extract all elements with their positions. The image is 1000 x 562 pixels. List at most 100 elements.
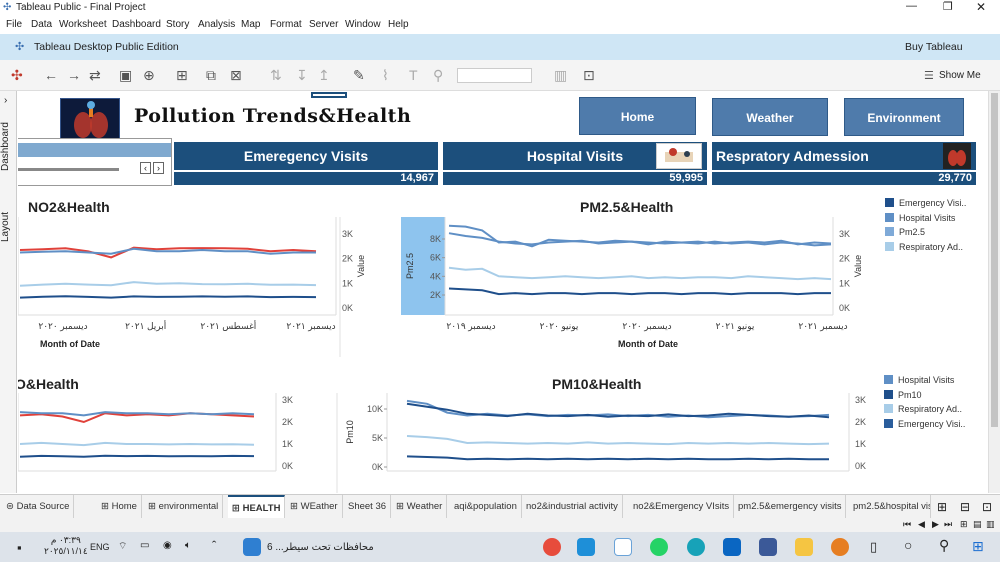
new-story-icon[interactable]: ⊡ — [982, 500, 992, 514]
wifi-icon[interactable]: ⌔ — [118, 540, 127, 553]
app-edge-icon[interactable] — [687, 538, 705, 556]
news-headline[interactable]: محافظات تحت سيطر... 6 — [267, 542, 374, 553]
legend-item[interactable]: Emergency Visi.. — [884, 417, 965, 432]
new-sheet-icon[interactable]: ⊞ — [937, 500, 947, 514]
menu-help[interactable]: Help — [388, 19, 409, 30]
app-chrome-icon[interactable] — [543, 538, 561, 556]
legend-item[interactable]: Respiratory Ad.. — [885, 240, 966, 255]
menu-story[interactable]: Story — [166, 19, 189, 30]
clock[interactable]: ٠٣:٣٩ م ٢٠٢٥/١١/١٤ — [44, 535, 88, 557]
fit-dropdown[interactable] — [457, 68, 532, 83]
home-button[interactable]: Home — [579, 97, 696, 135]
slider-next-icon[interactable]: › — [153, 162, 164, 174]
news-icon[interactable] — [243, 538, 261, 556]
duplicate-icon[interactable]: ⧉ — [206, 67, 216, 84]
menu-worksheet[interactable]: Worksheet — [59, 19, 107, 30]
next-sheet-icon[interactable]: ▶ — [932, 519, 939, 530]
legend-item[interactable]: Emergency Visi.. — [885, 196, 966, 211]
task-view-icon[interactable]: ▯ — [870, 539, 877, 555]
sort-desc-icon[interactable]: ↥ — [318, 67, 330, 84]
collapse-chevron-icon[interactable]: › — [4, 95, 7, 106]
redo-icon[interactable]: → — [67, 67, 81, 83]
scroll-thumb[interactable] — [991, 93, 998, 427]
menu-map[interactable]: Map — [241, 19, 260, 30]
minimize-icon[interactable]: — — [906, 0, 917, 12]
attach-icon[interactable]: ⌇ — [382, 67, 389, 84]
notification-icon[interactable]: ▪ — [17, 540, 22, 555]
legend-item[interactable]: Pm2.5 — [885, 225, 966, 240]
tabs-view-icon[interactable]: ▥ — [986, 519, 995, 530]
tab-aqi-population[interactable]: aqi&population — [450, 495, 522, 518]
swap-icon[interactable]: ⇄ — [89, 67, 101, 84]
mic-icon[interactable]: ◉ — [163, 540, 172, 551]
tab-weather-2[interactable]: ⊞ Weather — [392, 495, 448, 518]
app-store-icon[interactable] — [759, 538, 777, 556]
no2-health-chart[interactable]: 3K 2K 1K 0K Value ديسمبر ٢٠٢٠ أبريل ٢٠٢١ أغسطس … — [18, 217, 378, 357]
weather-button[interactable]: Weather — [712, 98, 828, 136]
tableau-start-icon[interactable]: ✣ — [11, 67, 23, 84]
app-whatsapp-icon[interactable] — [650, 538, 668, 556]
first-sheet-icon[interactable]: ⏮ — [903, 519, 911, 530]
tab-weather-1[interactable]: ⊞ WEather — [286, 495, 343, 518]
battery-icon[interactable]: ▭ — [140, 540, 149, 551]
new-dashboard-icon[interactable]: ⊟ — [960, 500, 970, 514]
grid-view-icon[interactable]: ⊞ — [960, 519, 968, 530]
show-me-button[interactable]: Show Me — [939, 70, 981, 81]
layout-tab[interactable]: Layout — [0, 205, 16, 249]
date-filter[interactable]: ‹ › — [18, 138, 172, 186]
environment-button[interactable]: Environment — [844, 98, 964, 136]
dashboard-tab[interactable]: Dashboard — [0, 117, 16, 177]
menu-data[interactable]: Data — [31, 19, 52, 30]
vertical-scrollbar[interactable] — [988, 91, 1000, 493]
chart-icon[interactable]: ▥ — [554, 67, 567, 84]
sort-rows-icon[interactable]: ⇅ — [270, 67, 282, 84]
menu-dashboard[interactable]: Dashboard — [112, 19, 161, 30]
presentation-icon[interactable]: ⊡ — [583, 67, 595, 84]
legend-item[interactable]: Pm10 — [884, 388, 965, 403]
windows-start-icon[interactable]: ⊞ — [972, 538, 984, 555]
legend-item[interactable]: Respiratory Ad.. — [884, 402, 965, 417]
new-datasource-icon[interactable]: ⊕ — [143, 67, 155, 84]
cortana-icon[interactable]: ○ — [904, 537, 912, 553]
slider-track[interactable] — [18, 168, 119, 171]
menu-format[interactable]: Format — [270, 19, 302, 30]
prev-sheet-icon[interactable]: ◀ — [918, 519, 925, 530]
search-icon[interactable]: ⚲ — [939, 537, 949, 554]
buy-tableau-link[interactable]: Buy Tableau — [905, 41, 963, 53]
menu-server[interactable]: Server — [309, 19, 338, 30]
label-icon[interactable]: T — [409, 67, 418, 83]
show-me-icon[interactable]: ☰ — [924, 69, 934, 82]
tab-health[interactable]: ⊞ HEALTH — [228, 495, 286, 518]
new-worksheet-icon[interactable]: ⊞ — [176, 67, 188, 84]
legend-item[interactable]: Hospital Visits — [884, 373, 965, 388]
tab-pm25-emergency[interactable]: pm2.5&emergency visits — [734, 495, 847, 518]
restore-icon[interactable]: ❐ — [943, 0, 953, 13]
pin-icon[interactable]: ⚲ — [433, 67, 443, 84]
menu-file[interactable]: File — [6, 19, 22, 30]
chevron-up-icon[interactable]: ˆ — [212, 538, 216, 553]
tab-no2-industrial[interactable]: no2&industrial activity — [522, 495, 623, 518]
tab-sheet-36[interactable]: Sheet 36 — [344, 495, 392, 518]
tab-data-source[interactable]: ⊜ Data Source — [2, 495, 75, 518]
app-office-icon[interactable] — [831, 538, 849, 556]
close-icon[interactable]: ✕ — [976, 0, 986, 14]
menu-analysis[interactable]: Analysis — [198, 19, 235, 30]
undo-icon[interactable]: ← — [44, 67, 58, 83]
legend-item[interactable]: Hospital Visits — [885, 211, 966, 226]
pm10-health-chart[interactable]: 3K 2K 1K 0K 10K 5K 0K Pm10 — [323, 393, 881, 493]
filmstrip-icon[interactable]: ▤ — [973, 519, 982, 530]
tab-pm25-hospital[interactable]: pm2.5&hospital vis — [849, 495, 931, 518]
app-tableau-icon[interactable] — [614, 538, 632, 556]
language-indicator[interactable]: ENG — [90, 542, 110, 552]
app-explorer-icon[interactable] — [795, 538, 813, 556]
tab-environmental[interactable]: ⊞ environmental — [144, 495, 224, 518]
app-outlook-icon[interactable] — [723, 538, 741, 556]
save-icon[interactable]: ▣ — [119, 67, 132, 84]
sort-asc-icon[interactable]: ↧ — [296, 67, 308, 84]
menu-window[interactable]: Window — [345, 19, 381, 30]
highlight-icon[interactable]: ✎ — [353, 67, 365, 84]
o-health-chart[interactable]: 3K 2K 1K 0K — [18, 393, 318, 493]
tab-no2-emergency[interactable]: no2&Emergency VIsits — [629, 495, 735, 518]
tab-home[interactable]: ⊞ Home — [97, 495, 142, 518]
pm25-health-chart[interactable]: 3K 2K 1K 0K Value 8K 6K 4K 2K Pm2.5 ديسمبر ٢٠١٩ يون… — [381, 217, 881, 357]
